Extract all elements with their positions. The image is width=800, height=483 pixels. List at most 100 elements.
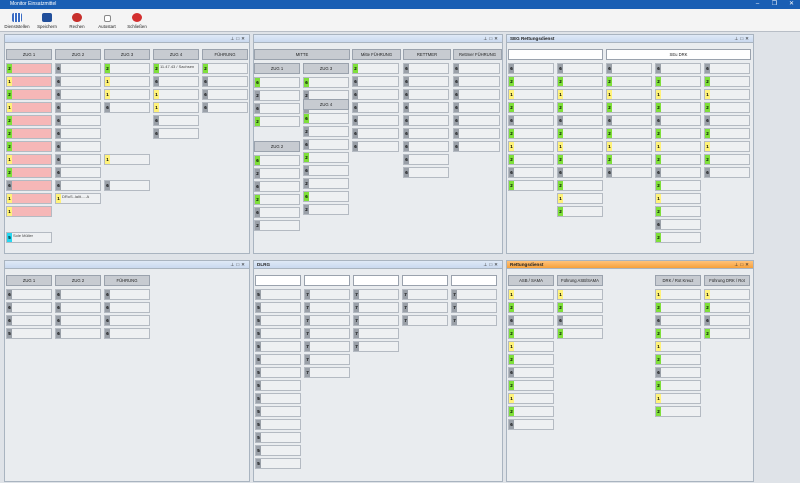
vehicle-card[interactable]: 6	[453, 115, 500, 126]
vehicle-card[interactable]: 2	[655, 180, 701, 191]
vehicle-card[interactable]: 1	[508, 341, 554, 352]
vehicle-card[interactable]: 2	[352, 63, 399, 74]
vehicle-card[interactable]: 2	[557, 206, 603, 217]
vehicle-card[interactable]: 1	[153, 102, 199, 113]
vehicle-card[interactable]: 2	[6, 141, 52, 152]
vehicle-card[interactable]: 6	[704, 115, 750, 126]
vehicle-card[interactable]: 5	[255, 289, 301, 300]
vehicle-card[interactable]: 6	[352, 141, 399, 152]
vehicle-card[interactable]: 6	[655, 367, 701, 378]
vehicle-card[interactable]: 2	[557, 128, 603, 139]
vehicle-card[interactable]: 7	[304, 289, 350, 300]
vehicle-card[interactable]: 6	[303, 113, 349, 124]
close-icon[interactable]: ✕	[241, 262, 247, 267]
vehicle-card[interactable]: 6	[453, 141, 500, 152]
vehicle-card[interactable]: 6	[55, 115, 101, 126]
vehicle-card[interactable]: 2 11.47.43 / Sachsen	[153, 63, 199, 74]
vehicle-card[interactable]: 2	[508, 302, 554, 313]
autostart-button[interactable]: Autostart	[92, 9, 122, 31]
vehicle-card[interactable]: 2	[655, 76, 701, 87]
vehicle-card[interactable]: 2	[508, 380, 554, 391]
vehicle-card[interactable]: 7	[353, 289, 399, 300]
vehicle-card[interactable]: 2	[254, 194, 300, 205]
vehicle-card[interactable]: 6	[55, 76, 101, 87]
vehicle-card[interactable]: 6	[352, 76, 399, 87]
vehicle-card[interactable]: 6	[254, 155, 300, 166]
vehicle-card[interactable]: 5	[255, 406, 301, 417]
vehicle-card[interactable]: 2	[655, 302, 701, 313]
vehicle-card[interactable]: 6	[55, 63, 101, 74]
vehicle-card[interactable]: 6	[352, 102, 399, 113]
vehicle-card[interactable]: 2	[202, 63, 248, 74]
vehicle-card[interactable]: 2	[508, 354, 554, 365]
vehicle-card[interactable]: 6	[303, 77, 349, 88]
vehicle-card[interactable]: 6	[655, 63, 701, 74]
vehicle-card[interactable]: 2	[655, 328, 701, 339]
vehicle-card[interactable]: 6	[104, 328, 150, 339]
vehicle-card[interactable]: 6	[403, 128, 449, 139]
vehicle-card[interactable]: 5	[255, 341, 301, 352]
vehicle-card[interactable]: 7	[304, 354, 350, 365]
vehicle-card[interactable]: 6	[704, 63, 750, 74]
vehicle-card[interactable]: 1	[6, 154, 52, 165]
vehicle-card[interactable]: 2	[508, 328, 554, 339]
vehicle-card[interactable]: 2	[655, 232, 701, 243]
vehicle-card[interactable]: 1	[704, 141, 750, 152]
vehicle-card[interactable]: 2	[303, 126, 349, 137]
vehicle-card[interactable]: 6	[104, 180, 150, 191]
vehicle-card[interactable]: 6	[153, 76, 199, 87]
minimize-icon[interactable]: –	[749, 0, 766, 9]
rechen-button[interactable]: Rechen	[62, 9, 92, 31]
vehicle-card[interactable]: 2	[6, 89, 52, 100]
close-icon[interactable]: ✕	[745, 262, 751, 267]
vehicle-card[interactable]: 7	[304, 302, 350, 313]
vehicle-card[interactable]: 6	[202, 76, 248, 87]
vehicle-card[interactable]: 6	[606, 115, 652, 126]
vehicle-card[interactable]: 1	[508, 289, 554, 300]
vehicle-card[interactable]: 2	[254, 90, 300, 101]
vehicle-card[interactable]: 1	[655, 341, 701, 352]
vehicle-card[interactable]: 2	[303, 204, 349, 215]
vehicle-card[interactable]: 2	[655, 406, 701, 417]
vehicle-card[interactable]: 6	[508, 315, 554, 326]
vehicle-card[interactable]: 6	[202, 89, 248, 100]
vehicle-card[interactable]: 2	[704, 76, 750, 87]
vehicle-card[interactable]: 5	[255, 445, 301, 456]
vehicle-card[interactable]: 1	[508, 393, 554, 404]
vehicle-card[interactable]: 6	[508, 63, 554, 74]
vehicle-card[interactable]: 6	[352, 89, 399, 100]
vehicle-card[interactable]: 2	[704, 328, 750, 339]
vehicle-card[interactable]: 2	[303, 178, 349, 189]
vehicle-card[interactable]: 6	[403, 89, 449, 100]
vehicle-card[interactable]: 5	[255, 354, 301, 365]
vehicle-card[interactable]: 6	[655, 167, 701, 178]
vehicle-card[interactable]: 2	[655, 128, 701, 139]
vehicle-card[interactable]: 6	[508, 419, 554, 430]
vehicle-card[interactable]: 6	[453, 102, 500, 113]
vehicle-card[interactable]: 2	[508, 128, 554, 139]
vehicle-card[interactable]: 6	[453, 89, 500, 100]
vehicle-card[interactable]: 6	[254, 103, 300, 114]
vehicle-card[interactable]: 5 Sole Müller	[6, 232, 52, 243]
vehicle-card[interactable]: 6	[508, 167, 554, 178]
vehicle-card[interactable]: 7	[353, 328, 399, 339]
vehicle-card[interactable]: 2	[254, 220, 300, 231]
vehicle-card[interactable]: 6	[104, 102, 150, 113]
vehicle-card[interactable]: 6	[352, 115, 399, 126]
vehicle-card[interactable]: 5	[255, 419, 301, 430]
vehicle-card[interactable]: 6	[453, 63, 500, 74]
vehicle-card[interactable]: 1	[6, 76, 52, 87]
vehicle-card[interactable]: 6	[453, 76, 500, 87]
vehicle-card[interactable]: 2	[557, 76, 603, 87]
vehicle-card[interactable]: 7	[353, 302, 399, 313]
vehicle-card[interactable]: 6	[55, 102, 101, 113]
vehicle-card[interactable]: 6	[704, 167, 750, 178]
vehicle-card[interactable]: 1	[104, 89, 150, 100]
vehicle-card[interactable]: 6	[557, 315, 603, 326]
vehicle-card[interactable]: 6	[403, 141, 449, 152]
vehicle-card[interactable]: 2	[6, 115, 52, 126]
vehicle-card[interactable]: 5	[255, 393, 301, 404]
vehicle-card[interactable]: 6	[254, 207, 300, 218]
vehicle-card[interactable]: 2	[704, 154, 750, 165]
vehicle-card[interactable]: 1	[6, 206, 52, 217]
